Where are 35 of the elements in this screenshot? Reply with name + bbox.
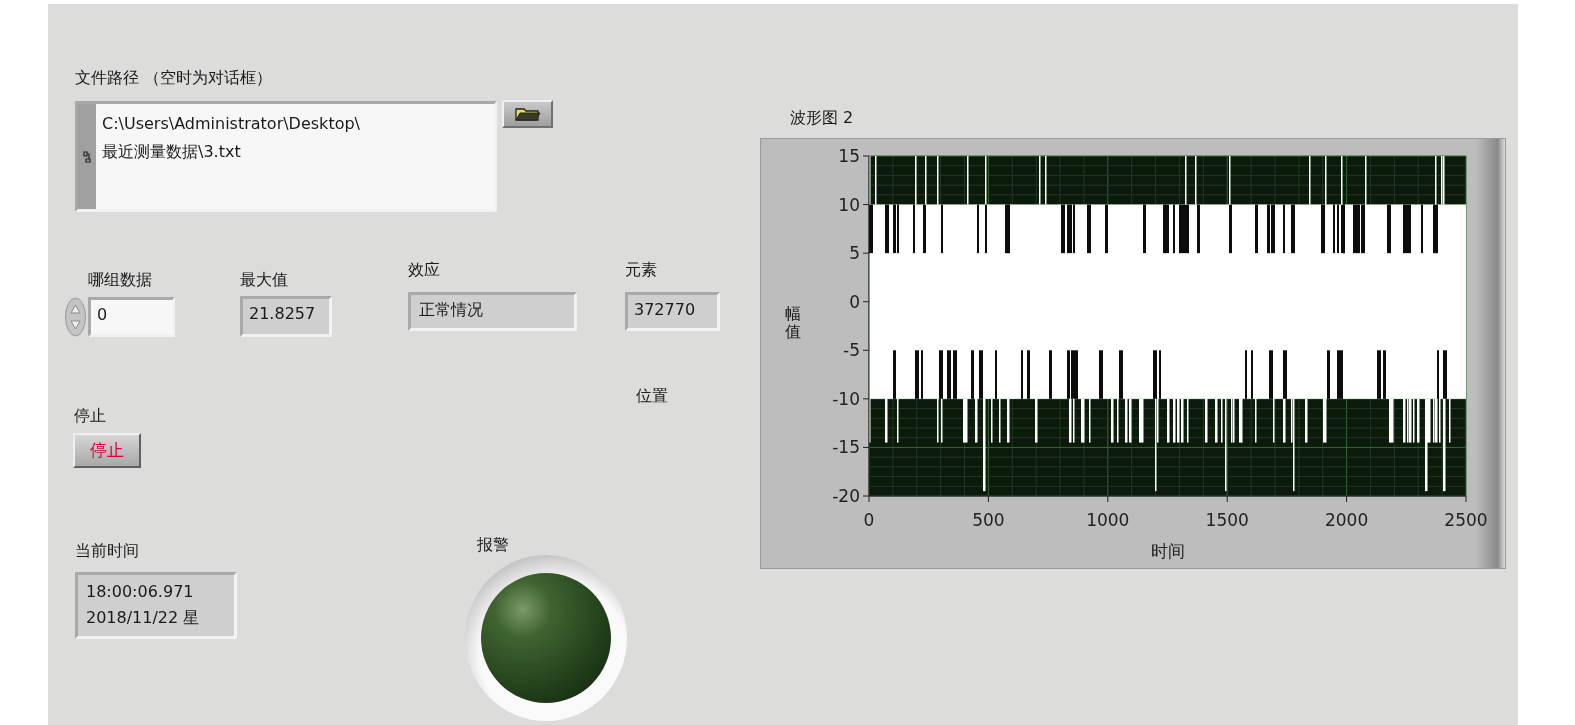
string-indicator: 正常情况 xyxy=(408,292,577,331)
axis-tick-label: 0 xyxy=(849,291,860,312)
axis-tick-label: 2500 xyxy=(1444,510,1488,530)
axis-tick-label: 1500 xyxy=(1205,510,1249,530)
axis-tick-label: 0 xyxy=(863,510,875,530)
axis-tick-label: 5 xyxy=(849,243,860,264)
numeric-indicator: 21.8257 xyxy=(240,296,332,337)
axis-tick-label: -15 xyxy=(832,437,860,458)
control-label: 位置 xyxy=(636,386,668,406)
time-indicator: 18:00:06.971 2018/11/22 星 xyxy=(75,572,237,639)
control-label: 文件路径 （空时为对话框） xyxy=(75,68,273,88)
control-label: 效应 xyxy=(408,260,440,280)
numeric-field[interactable]: 0 xyxy=(88,297,175,337)
control-label: 波形图 2 xyxy=(790,108,854,128)
control-label: 元素 xyxy=(625,260,657,280)
axis-tick-label: 500 xyxy=(972,510,1005,530)
axis-tick-label: 15 xyxy=(838,146,860,166)
axis-tick-label: 1000 xyxy=(1086,510,1130,530)
control-label: 最大值 xyxy=(240,270,288,290)
axis-title: 时间 xyxy=(1150,541,1185,561)
control-label: 停止 xyxy=(74,406,106,426)
axis-tick-label: -10 xyxy=(832,388,860,409)
path-field[interactable]: C:\Users\Administrator\Desktop\ 最近测量数据\3.txt xyxy=(75,101,497,212)
control-label: 当前时间 xyxy=(75,541,139,561)
browse-button[interactable] xyxy=(502,100,553,128)
axis-tick-label: -5 xyxy=(843,340,860,361)
folder-icon xyxy=(513,106,542,122)
control-label: 报警 xyxy=(477,535,509,555)
axis-tick-label: -20 xyxy=(832,486,860,506)
axis-title: 幅值 xyxy=(785,305,801,341)
control-label: 哪组数据 xyxy=(88,270,152,290)
numeric-indicator: 372770 xyxy=(625,292,720,331)
axis-tick-label: 10 xyxy=(838,194,860,215)
path-type-icon xyxy=(83,150,91,163)
axis-tick-label: 2000 xyxy=(1324,510,1369,530)
